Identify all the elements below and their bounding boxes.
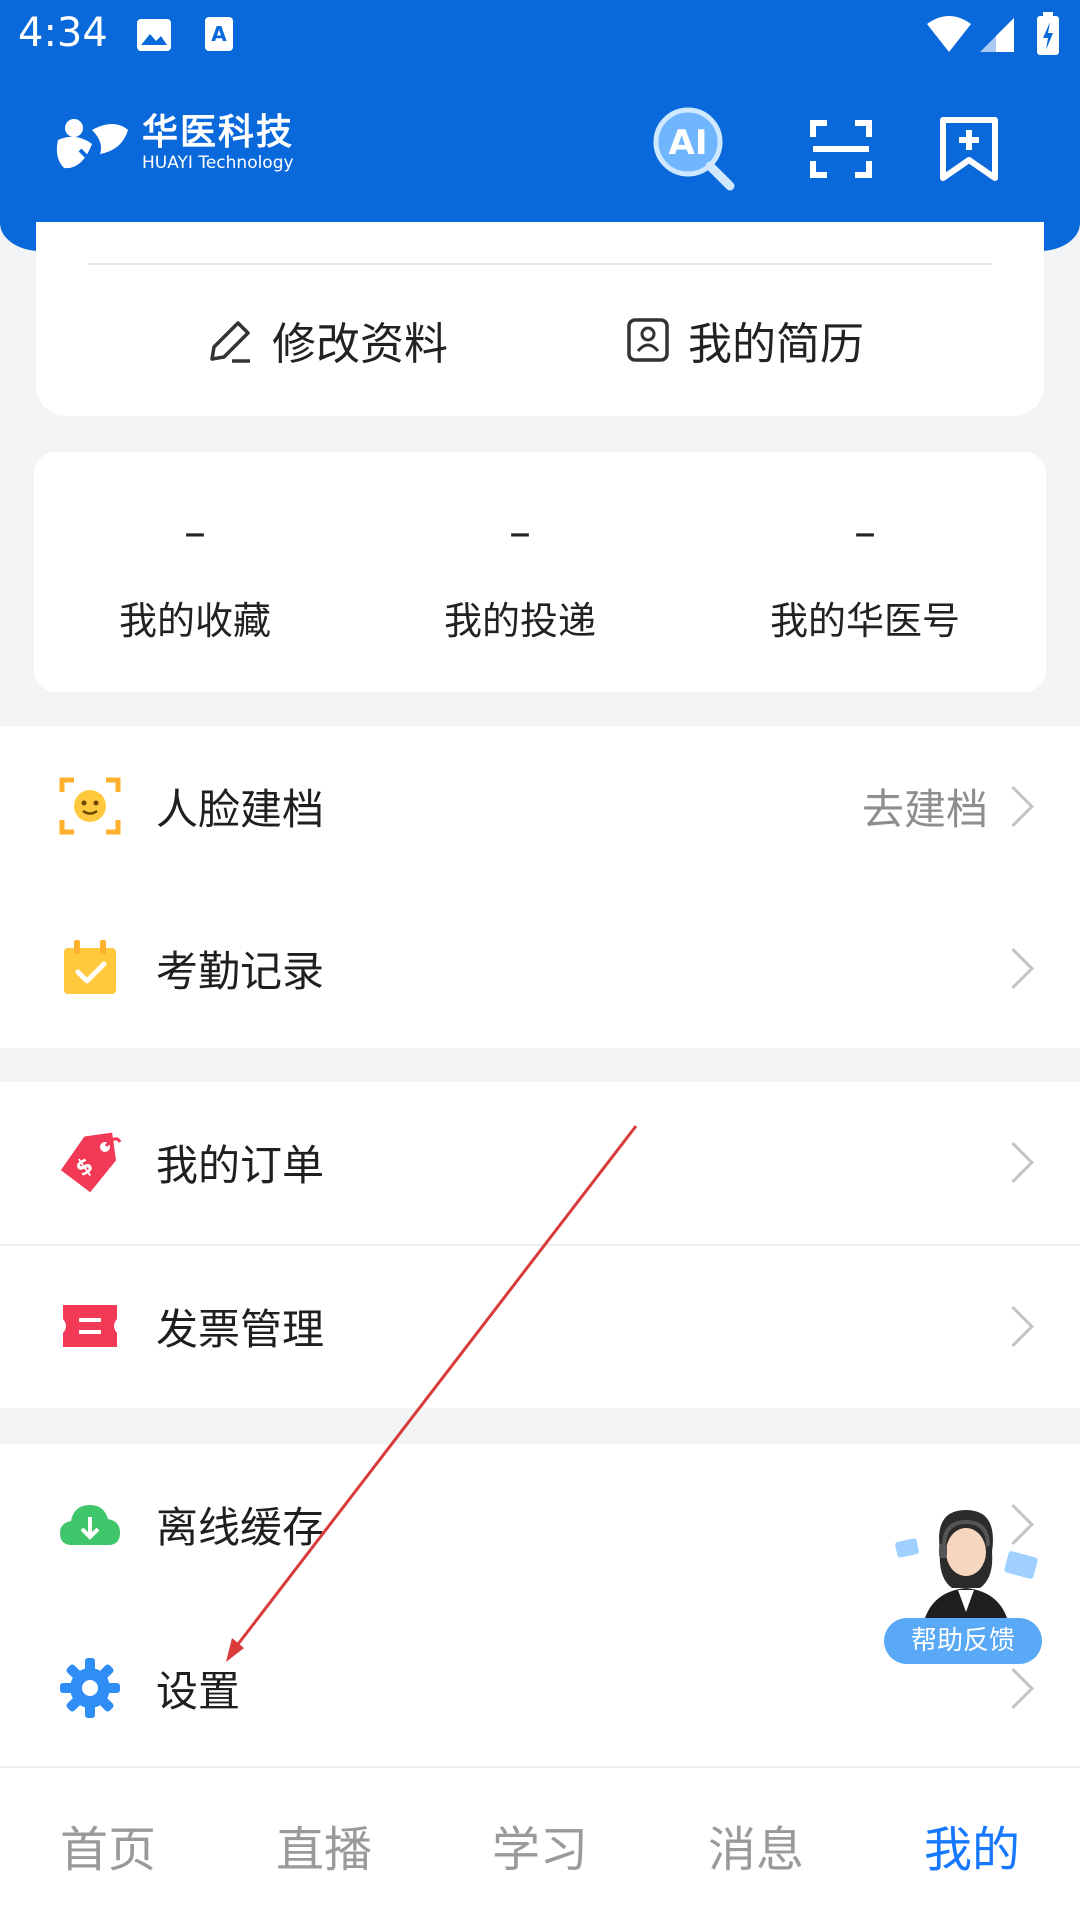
keyboard-a-icon: A	[204, 16, 234, 56]
stat-value: –	[509, 507, 531, 558]
my-resume-button[interactable]: 我的简历	[626, 308, 864, 372]
stat-favorites[interactable]: – 我的收藏	[30, 508, 360, 645]
status-time: 4:34	[18, 10, 108, 56]
gear-icon	[58, 1656, 122, 1720]
menu-section-profile: 人脸建档 去建档 考勤记录	[0, 726, 1080, 1048]
ai-search-icon: AI	[653, 107, 735, 191]
menu-item-attendance[interactable]: 考勤记录	[0, 888, 1080, 1048]
brand-subtitle: HUAYI Technology	[142, 153, 294, 173]
invoice-ticket-icon	[58, 1294, 122, 1358]
profile-divider	[88, 263, 992, 265]
menu-item-face-record[interactable]: 人脸建档 去建档	[0, 726, 1080, 886]
bookmark-add-button[interactable]	[924, 104, 1014, 194]
menu-item-invoice[interactable]: 发票管理	[0, 1246, 1080, 1406]
menu-trailing-text: 去建档	[861, 784, 988, 834]
signal-icon	[978, 16, 1016, 58]
menu-section-orders: $ 我的订单 发票管理	[0, 1082, 1080, 1408]
menu-label: 发票管理	[156, 1304, 325, 1354]
face-scan-icon	[58, 774, 122, 838]
menu-label: 我的订单	[156, 1140, 325, 1190]
my-resume-label: 我的简历	[688, 319, 864, 370]
stat-value: –	[184, 507, 206, 558]
stat-huayi-id[interactable]: – 我的华医号	[700, 508, 1030, 645]
scan-button[interactable]	[796, 104, 886, 194]
support-agent-icon	[895, 1510, 1038, 1630]
brand-logo: 华医科技 HUAYI Technology	[52, 110, 294, 178]
ai-search-button[interactable]: AI	[648, 104, 738, 194]
cloud-download-icon	[58, 1492, 122, 1556]
chevron-right-icon	[992, 785, 1035, 827]
tab-live[interactable]: 直播	[264, 1810, 384, 1880]
tab-messages[interactable]: 消息	[696, 1810, 816, 1880]
bookmark-add-icon	[940, 117, 998, 181]
tab-home[interactable]: 首页	[48, 1810, 168, 1880]
gallery-icon	[136, 18, 172, 56]
resume-icon	[627, 318, 669, 362]
tab-mine[interactable]: 我的	[912, 1810, 1032, 1880]
menu-label: 离线缓存	[156, 1502, 325, 1552]
menu-label: 设置	[156, 1666, 241, 1716]
stat-label: 我的华医号	[769, 599, 960, 643]
stat-label: 我的收藏	[118, 599, 271, 643]
menu-item-orders[interactable]: $ 我的订单	[0, 1082, 1080, 1242]
menu-label: 人脸建档	[156, 784, 325, 834]
stat-label: 我的投递	[443, 599, 596, 643]
svg-text:A: A	[211, 22, 227, 46]
wifi-icon	[926, 14, 972, 58]
stat-value: –	[854, 507, 876, 558]
edit-profile-label: 修改资料	[272, 319, 448, 370]
huayi-logo-icon	[56, 119, 128, 169]
chevron-right-icon	[992, 1141, 1035, 1183]
edit-profile-button[interactable]: 修改资料	[204, 308, 448, 372]
tab-study[interactable]: 学习	[480, 1810, 600, 1880]
menu-label: 考勤记录	[156, 946, 325, 996]
stat-applications[interactable]: – 我的投递	[355, 508, 685, 645]
chevron-right-icon	[992, 1667, 1035, 1709]
help-feedback-label: 帮助反馈	[884, 1618, 1042, 1664]
pencil-icon	[210, 321, 250, 363]
brand-name: 华医科技	[142, 112, 295, 153]
price-tag-icon: $	[58, 1130, 122, 1194]
calendar-check-icon	[58, 936, 122, 1000]
scan-icon	[810, 120, 872, 178]
chevron-right-icon	[992, 947, 1035, 989]
profile-card	[36, 222, 1044, 416]
bottom-nav: 首页 直播 学习 消息 我的	[0, 1766, 1080, 1922]
battery-icon	[1036, 12, 1060, 60]
chevron-right-icon	[992, 1305, 1035, 1347]
help-feedback-button[interactable]: 帮助反馈	[884, 1500, 1044, 1670]
svg-text:AI: AI	[669, 123, 708, 163]
